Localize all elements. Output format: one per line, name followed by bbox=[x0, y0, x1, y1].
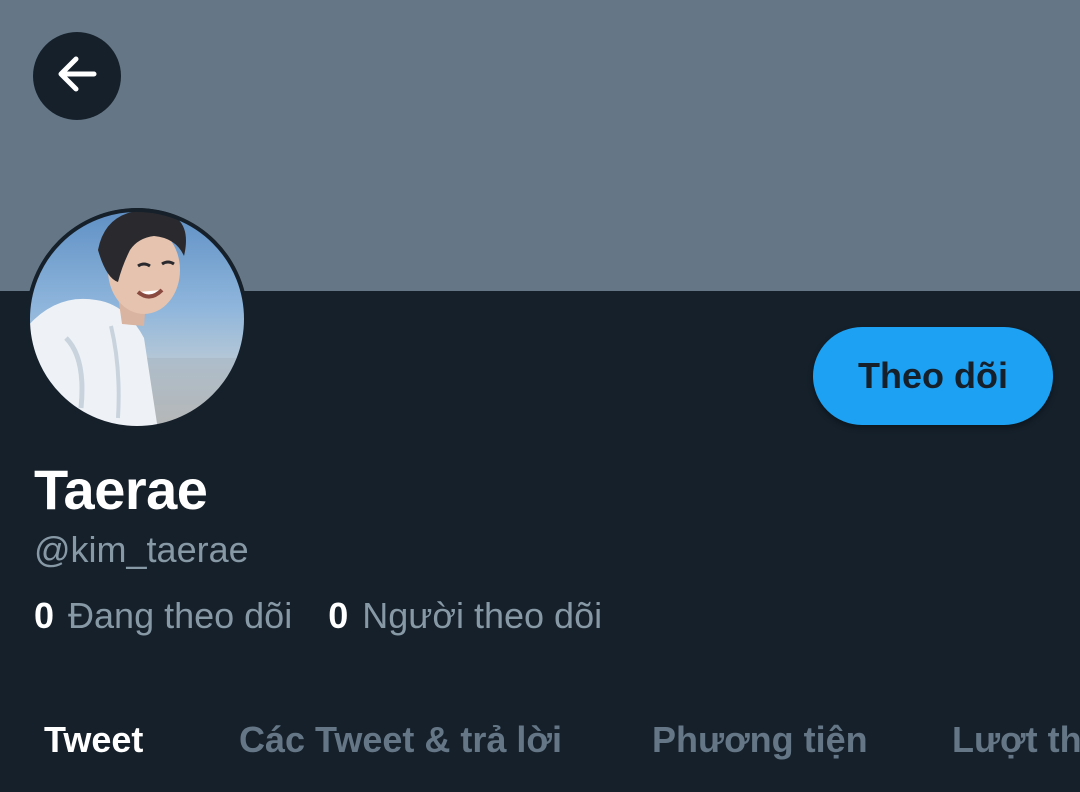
profile-page: Theo dõi Taerae @kim_taerae 0 Đang theo … bbox=[0, 0, 1080, 792]
display-name: Taerae bbox=[34, 458, 208, 521]
follow-button-label: Theo dõi bbox=[858, 355, 1008, 396]
following-stat[interactable]: 0 Đang theo dõi bbox=[34, 594, 292, 638]
tab-tweets-replies[interactable]: Các Tweet & trả lời bbox=[239, 718, 562, 762]
avatar[interactable] bbox=[26, 208, 248, 430]
user-handle: @kim_taerae bbox=[34, 529, 249, 570]
tab-likes[interactable]: Lượt thích bbox=[952, 718, 1080, 762]
followers-label: Người theo dõi bbox=[362, 595, 603, 636]
following-label: Đang theo dõi bbox=[68, 595, 293, 636]
follow-button[interactable]: Theo dõi bbox=[813, 327, 1053, 425]
arrow-left-icon bbox=[52, 49, 102, 104]
followers-stat[interactable]: 0 Người theo dõi bbox=[328, 594, 602, 638]
tab-media[interactable]: Phương tiện bbox=[652, 718, 868, 762]
profile-stats: 0 Đang theo dõi 0 Người theo dõi bbox=[34, 594, 602, 638]
tab-tweets[interactable]: Tweet bbox=[44, 718, 143, 762]
back-button[interactable] bbox=[33, 32, 121, 120]
following-count: 0 bbox=[34, 595, 55, 636]
followers-count: 0 bbox=[328, 595, 349, 636]
profile-tabs: Tweet Các Tweet & trả lời Phương tiện Lư… bbox=[0, 690, 1080, 792]
